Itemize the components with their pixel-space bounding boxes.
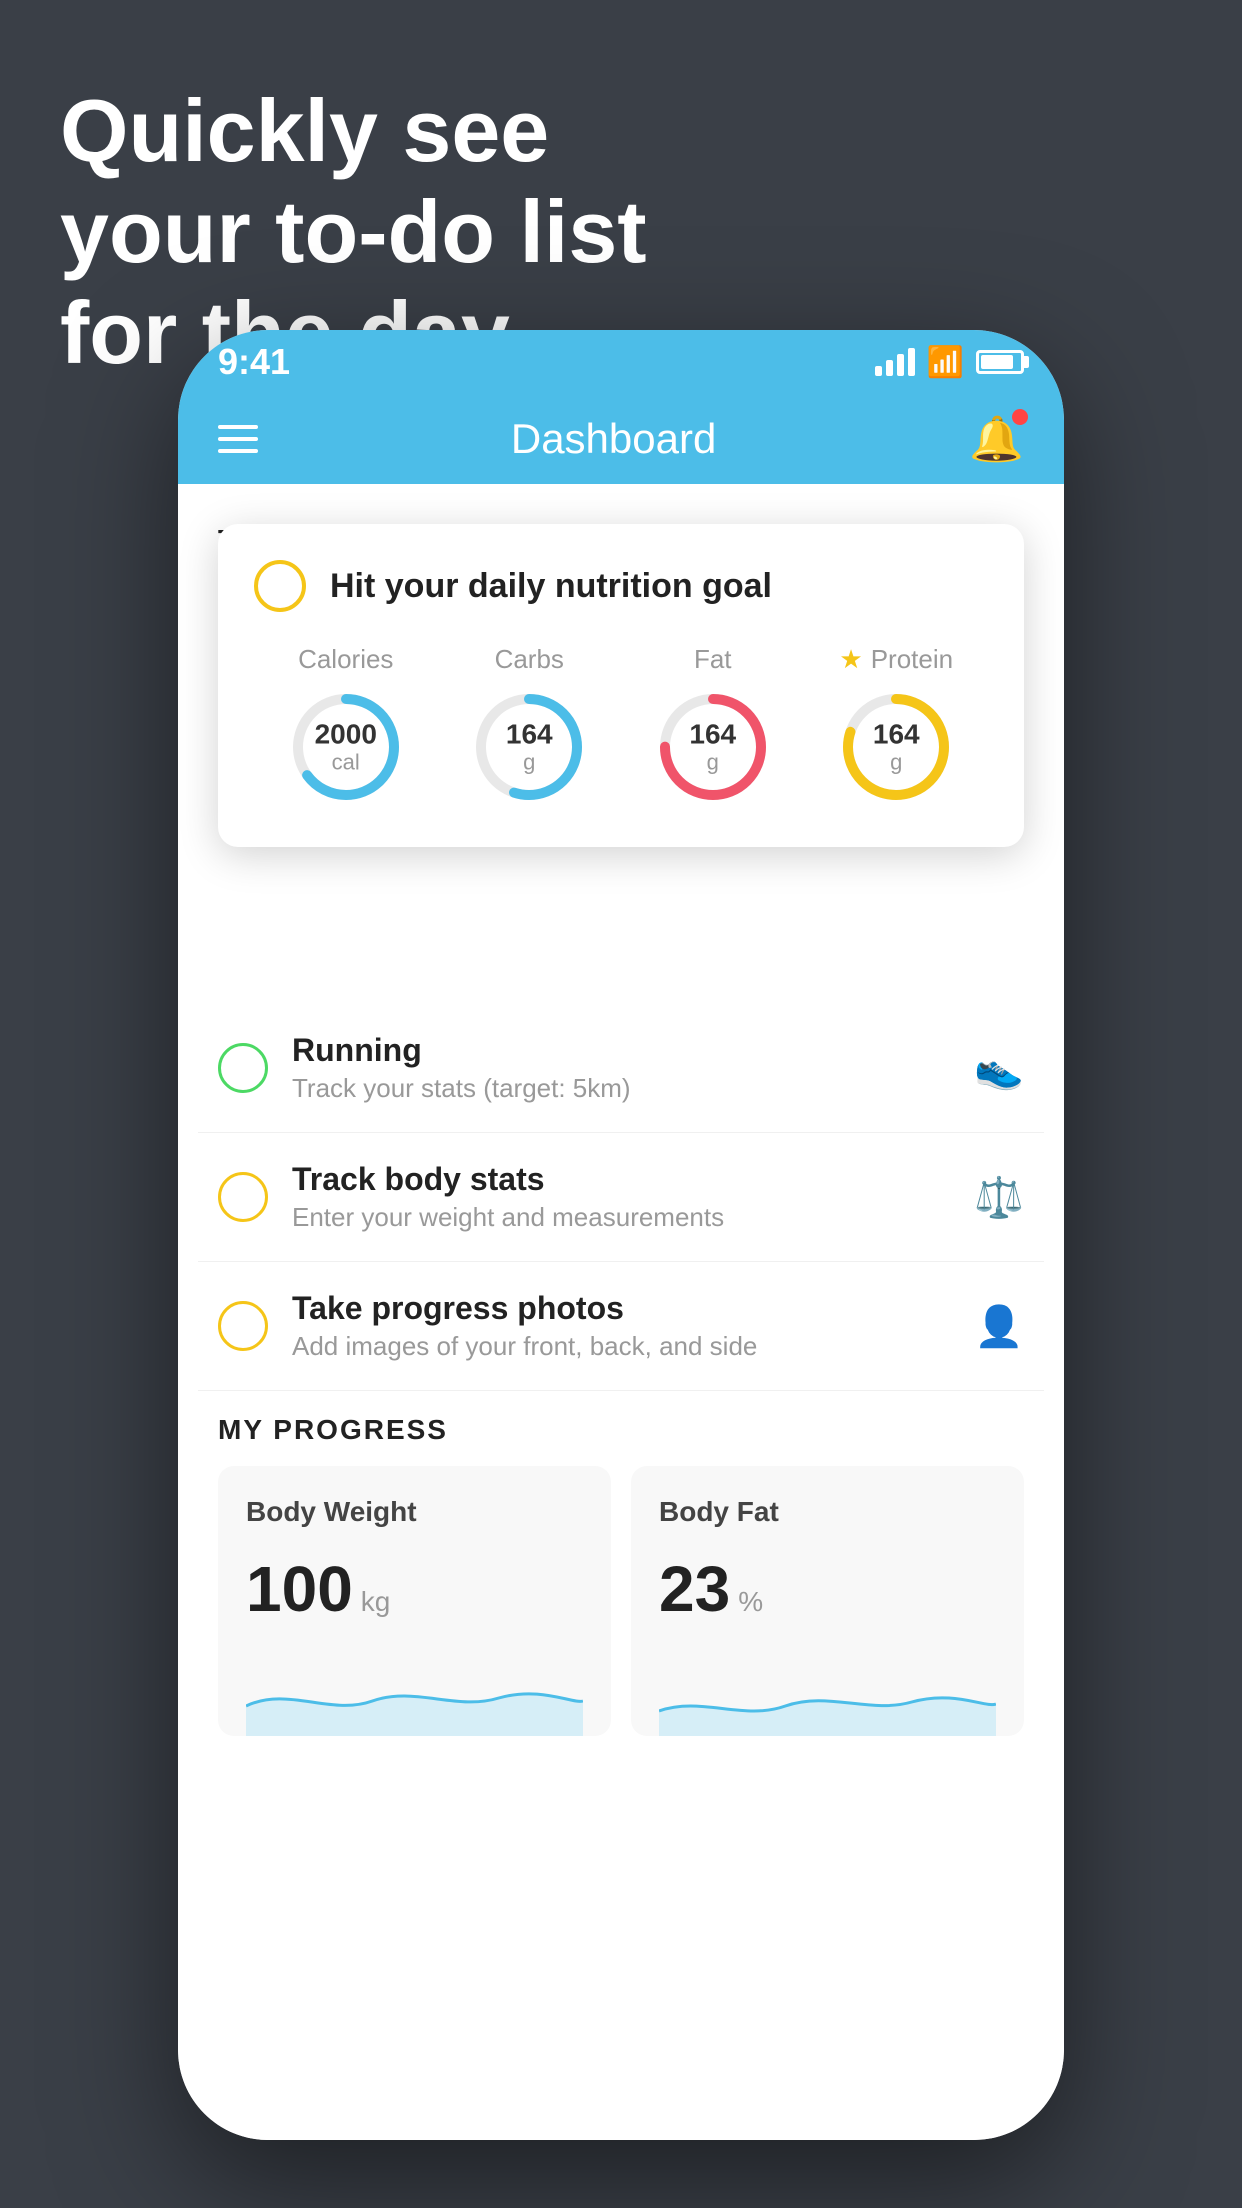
calories-value: 2000: [315, 720, 377, 751]
todo-item-progress-photos[interactable]: Take progress photos Add images of your …: [198, 1262, 1044, 1391]
body-fat-wave: [659, 1656, 996, 1736]
signal-bar-3: [897, 354, 904, 376]
body-stats-check-circle[interactable]: [218, 1172, 268, 1222]
fat-donut-text: 164 g: [689, 720, 736, 775]
nutrition-stats: Calories 2000 cal Carbs: [254, 644, 988, 807]
protein-donut-text: 164 g: [873, 720, 920, 775]
progress-photos-title: Take progress photos: [292, 1290, 950, 1327]
todo-list: Running Track your stats (target: 5km) 👟…: [178, 1004, 1064, 1391]
fat-value: 164: [689, 720, 736, 751]
protein-stat: ★ Protein 164 g: [836, 644, 956, 807]
body-weight-value-row: 100 kg: [246, 1552, 583, 1626]
signal-bar-4: [908, 348, 915, 376]
body-weight-unit: kg: [361, 1586, 391, 1618]
running-icon: 👟: [974, 1045, 1024, 1092]
signal-bars-icon: [875, 348, 915, 376]
progress-section: MY PROGRESS Body Weight 100 kg: [178, 1384, 1064, 1736]
running-check-circle[interactable]: [218, 1043, 268, 1093]
progress-photos-texts: Take progress photos Add images of your …: [292, 1290, 950, 1362]
calories-donut-text: 2000 cal: [315, 720, 377, 775]
body-fat-card-title: Body Fat: [659, 1496, 996, 1528]
phone-shell: 9:41 📶 Dashboard 🔔 TH: [178, 330, 1064, 2140]
body-stats-texts: Track body stats Enter your weight and m…: [292, 1161, 950, 1233]
hamburger-line-1: [218, 425, 258, 429]
headline-line2: your to-do list: [60, 181, 647, 282]
carbs-unit: g: [506, 750, 553, 774]
notification-dot: [1012, 409, 1028, 425]
protein-label: Protein: [871, 644, 953, 675]
battery-icon: [976, 350, 1024, 374]
protein-donut: 164 g: [836, 687, 956, 807]
progress-photos-subtitle: Add images of your front, back, and side: [292, 1331, 950, 1362]
calories-label: Calories: [298, 644, 393, 675]
fat-donut: 164 g: [653, 687, 773, 807]
protein-label-row: ★ Protein: [839, 644, 953, 675]
signal-bar-2: [886, 360, 893, 376]
progress-section-header: MY PROGRESS: [198, 1384, 1044, 1466]
carbs-value: 164: [506, 720, 553, 751]
wifi-icon: 📶: [927, 345, 964, 380]
calories-donut: 2000 cal: [286, 687, 406, 807]
hamburger-line-2: [218, 437, 258, 441]
todo-item-running[interactable]: Running Track your stats (target: 5km) 👟: [198, 1004, 1044, 1133]
card-title-row: Hit your daily nutrition goal: [254, 560, 988, 612]
progress-photos-icon: 👤: [974, 1303, 1024, 1350]
running-texts: Running Track your stats (target: 5km): [292, 1032, 950, 1104]
running-subtitle: Track your stats (target: 5km): [292, 1073, 950, 1104]
body-stats-subtitle: Enter your weight and measurements: [292, 1202, 950, 1233]
fat-stat: Fat 164 g: [653, 644, 773, 807]
status-bar: 9:41 📶: [178, 330, 1064, 394]
nav-bar: Dashboard 🔔: [178, 394, 1064, 484]
body-fat-value-row: 23 %: [659, 1552, 996, 1626]
protein-value: 164: [873, 720, 920, 751]
progress-photos-check-circle[interactable]: [218, 1301, 268, 1351]
progress-cards: Body Weight 100 kg Body Fat: [198, 1466, 1044, 1736]
nutrition-check-circle[interactable]: [254, 560, 306, 612]
carbs-donut: 164 g: [469, 687, 589, 807]
running-title: Running: [292, 1032, 950, 1069]
body-weight-wave: [246, 1656, 583, 1736]
nutrition-goal-card: Hit your daily nutrition goal Calories 2…: [218, 524, 1024, 847]
body-weight-value: 100: [246, 1552, 353, 1626]
fat-label: Fat: [694, 644, 732, 675]
protein-unit: g: [873, 750, 920, 774]
content-area: THINGS TO DO TODAY Hit your daily nutrit…: [178, 484, 1064, 2140]
nav-title: Dashboard: [511, 415, 716, 463]
fat-unit: g: [689, 750, 736, 774]
headline-line1: Quickly see: [60, 80, 647, 181]
body-fat-card: Body Fat 23 %: [631, 1466, 1024, 1736]
carbs-donut-text: 164 g: [506, 720, 553, 775]
hamburger-menu-button[interactable]: [218, 425, 258, 453]
signal-bar-1: [875, 366, 882, 376]
protein-star-icon: ★: [839, 644, 862, 675]
hamburger-line-3: [218, 449, 258, 453]
status-icons: 📶: [875, 345, 1024, 380]
calories-unit: cal: [315, 750, 377, 774]
nutrition-card-title: Hit your daily nutrition goal: [330, 567, 772, 606]
carbs-label: Carbs: [495, 644, 564, 675]
body-stats-icon: ⚖️: [974, 1174, 1024, 1221]
body-stats-title: Track body stats: [292, 1161, 950, 1198]
status-time: 9:41: [218, 341, 290, 383]
body-weight-card: Body Weight 100 kg: [218, 1466, 611, 1736]
notification-bell-button[interactable]: 🔔: [969, 413, 1024, 465]
calories-stat: Calories 2000 cal: [286, 644, 406, 807]
carbs-stat: Carbs 164 g: [469, 644, 589, 807]
body-fat-unit: %: [738, 1586, 763, 1618]
body-weight-card-title: Body Weight: [246, 1496, 583, 1528]
battery-fill: [981, 355, 1013, 369]
body-fat-value: 23: [659, 1552, 730, 1626]
todo-item-body-stats[interactable]: Track body stats Enter your weight and m…: [198, 1133, 1044, 1262]
